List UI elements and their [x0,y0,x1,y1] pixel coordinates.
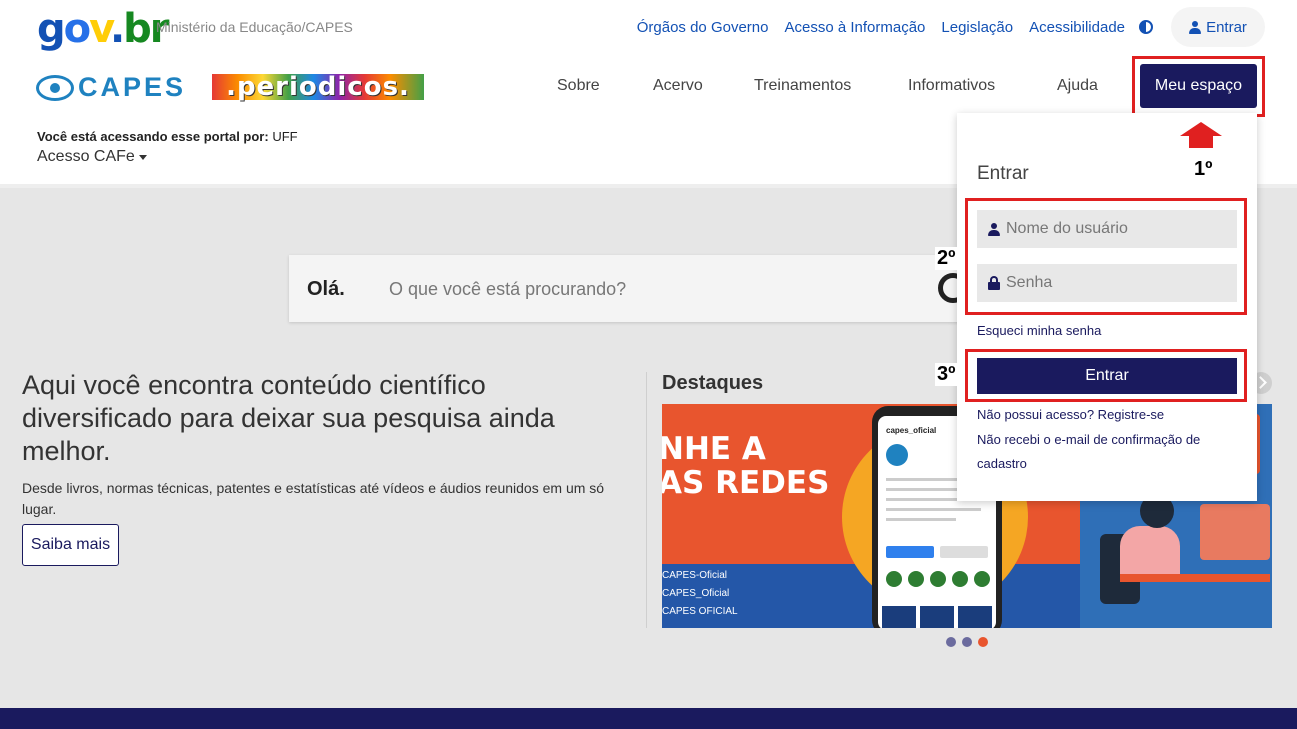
arrow-stem [1189,136,1213,148]
access-institution: Você está acessando esse portal por: UFF [37,129,298,144]
periodicos-logo[interactable]: .periodicos. [212,74,424,100]
link-acesso-informacao[interactable]: Acesso à Informação [784,19,925,36]
login-title: Entrar [977,163,1029,184]
capes-eye-icon [36,74,74,101]
slide-caption: CAPES_Oficial [662,588,730,599]
slide-caption: CAPES-Oficial [662,570,728,581]
logo-letter: . [109,6,125,52]
phone-post [920,606,954,628]
hero-title: Aqui você encontra conteúdo científico d… [22,370,555,466]
password-placeholder: Senha [1006,274,1053,291]
nav-treinamentos[interactable]: Treinamentos [754,77,851,95]
resend-email-link[interactable]: Não recebi o e-mail de confirmação de ca… [977,428,1247,476]
phone-story [886,571,902,587]
govbr-login-button[interactable]: Entrar [1171,7,1265,47]
slide-illustration [1120,574,1270,582]
annotation-step-3: 3º [935,363,958,386]
logo-letter: o [63,6,92,52]
username-placeholder: Nome do usuário [1006,220,1128,237]
nav-informativos[interactable]: Informativos [908,77,995,95]
carousel-dot[interactable] [962,637,972,647]
phone-title: capes_oficial [886,426,937,435]
link-legislacao[interactable]: Legislação [941,19,1013,36]
search-greeting: Olá. [307,278,345,300]
annotation-arrow-up-icon [1180,122,1222,148]
slide-illustration [1120,526,1180,576]
carousel-dot[interactable] [946,637,956,647]
divider [646,372,647,628]
link-orgaos-governo[interactable]: Órgãos do Governo [637,19,769,36]
nav-sobre[interactable]: Sobre [557,77,600,95]
carousel-dot-active[interactable] [978,637,988,647]
capes-logo-text: CAPES [78,72,187,102]
search-bar[interactable]: Olá. O que você está procurando? [289,255,969,322]
govbr-bar: gov.br Ministério da Educação/CAPES Órgã… [0,0,1297,56]
phone-post [882,606,916,628]
password-input[interactable]: Senha [977,264,1237,302]
slide-heading: NHE A AS REDES [662,432,829,500]
logo-letter: v [89,6,112,52]
hero-subtitle: Desde livros, normas técnicas, patentes … [22,480,605,517]
phone-text-line [886,518,956,521]
slide-heading-line: AS REDES [662,465,830,501]
slide-caption: CAPES OFICIAL [662,606,738,617]
phone-text-line [886,498,966,501]
acesso-cafe-label: Acesso CAFe [37,148,135,165]
ministry-label: Ministério da Educação/CAPES [156,19,353,35]
saiba-mais-button[interactable]: Saiba mais [22,524,119,566]
govbr-logo[interactable]: gov.br [37,6,170,52]
footer [0,708,1297,729]
slide-illustration [1200,504,1270,560]
user-icon [1189,20,1202,34]
highlights-title: Destaques [662,372,764,394]
phone-story [974,571,990,587]
govbr-login-label: Entrar [1206,18,1247,36]
periodicos-logo-text: .periodicos. [226,72,410,102]
phone-text-line [886,508,981,511]
lock-icon [988,276,1000,290]
phone-post [958,606,992,628]
gov-links: Órgãos do Governo Acesso à Informação Le… [637,19,1125,36]
access-value: UFF [272,129,298,144]
link-acessibilidade[interactable]: Acessibilidade [1029,19,1125,36]
phone-follow-button [886,546,934,558]
nav-acervo[interactable]: Acervo [653,77,703,95]
carousel-dots [946,637,988,647]
arrow-head [1180,122,1222,136]
slide-heading-line: NHE A [662,431,766,467]
logo-letter: g [37,6,66,52]
login-submit-button[interactable]: Entrar [977,358,1237,394]
access-label: Você está acessando esse portal por: [37,129,269,144]
phone-avatar [886,444,908,466]
capes-logo[interactable]: CAPES [36,72,186,103]
username-input[interactable]: Nome do usuário [977,210,1237,248]
phone-message-button [940,546,988,558]
forgot-password-link[interactable]: Esqueci minha senha [977,323,1101,338]
user-icon [988,222,1000,236]
phone-story [930,571,946,587]
search-input[interactable]: O que você está procurando? [389,279,626,300]
acesso-cafe-dropdown[interactable]: Acesso CAFe [37,148,147,166]
contrast-icon[interactable] [1139,20,1153,34]
phone-story [952,571,968,587]
caret-down-icon [138,154,147,160]
annotation-step-1: 1º [1194,158,1213,180]
register-link[interactable]: Não possui acesso? Registre-se [977,407,1164,422]
phone-story [908,571,924,587]
annotation-step-2: 2º [935,247,958,270]
nav-ajuda[interactable]: Ajuda [1057,77,1098,95]
meu-espaco-button[interactable]: Meu espaço [1140,64,1257,108]
